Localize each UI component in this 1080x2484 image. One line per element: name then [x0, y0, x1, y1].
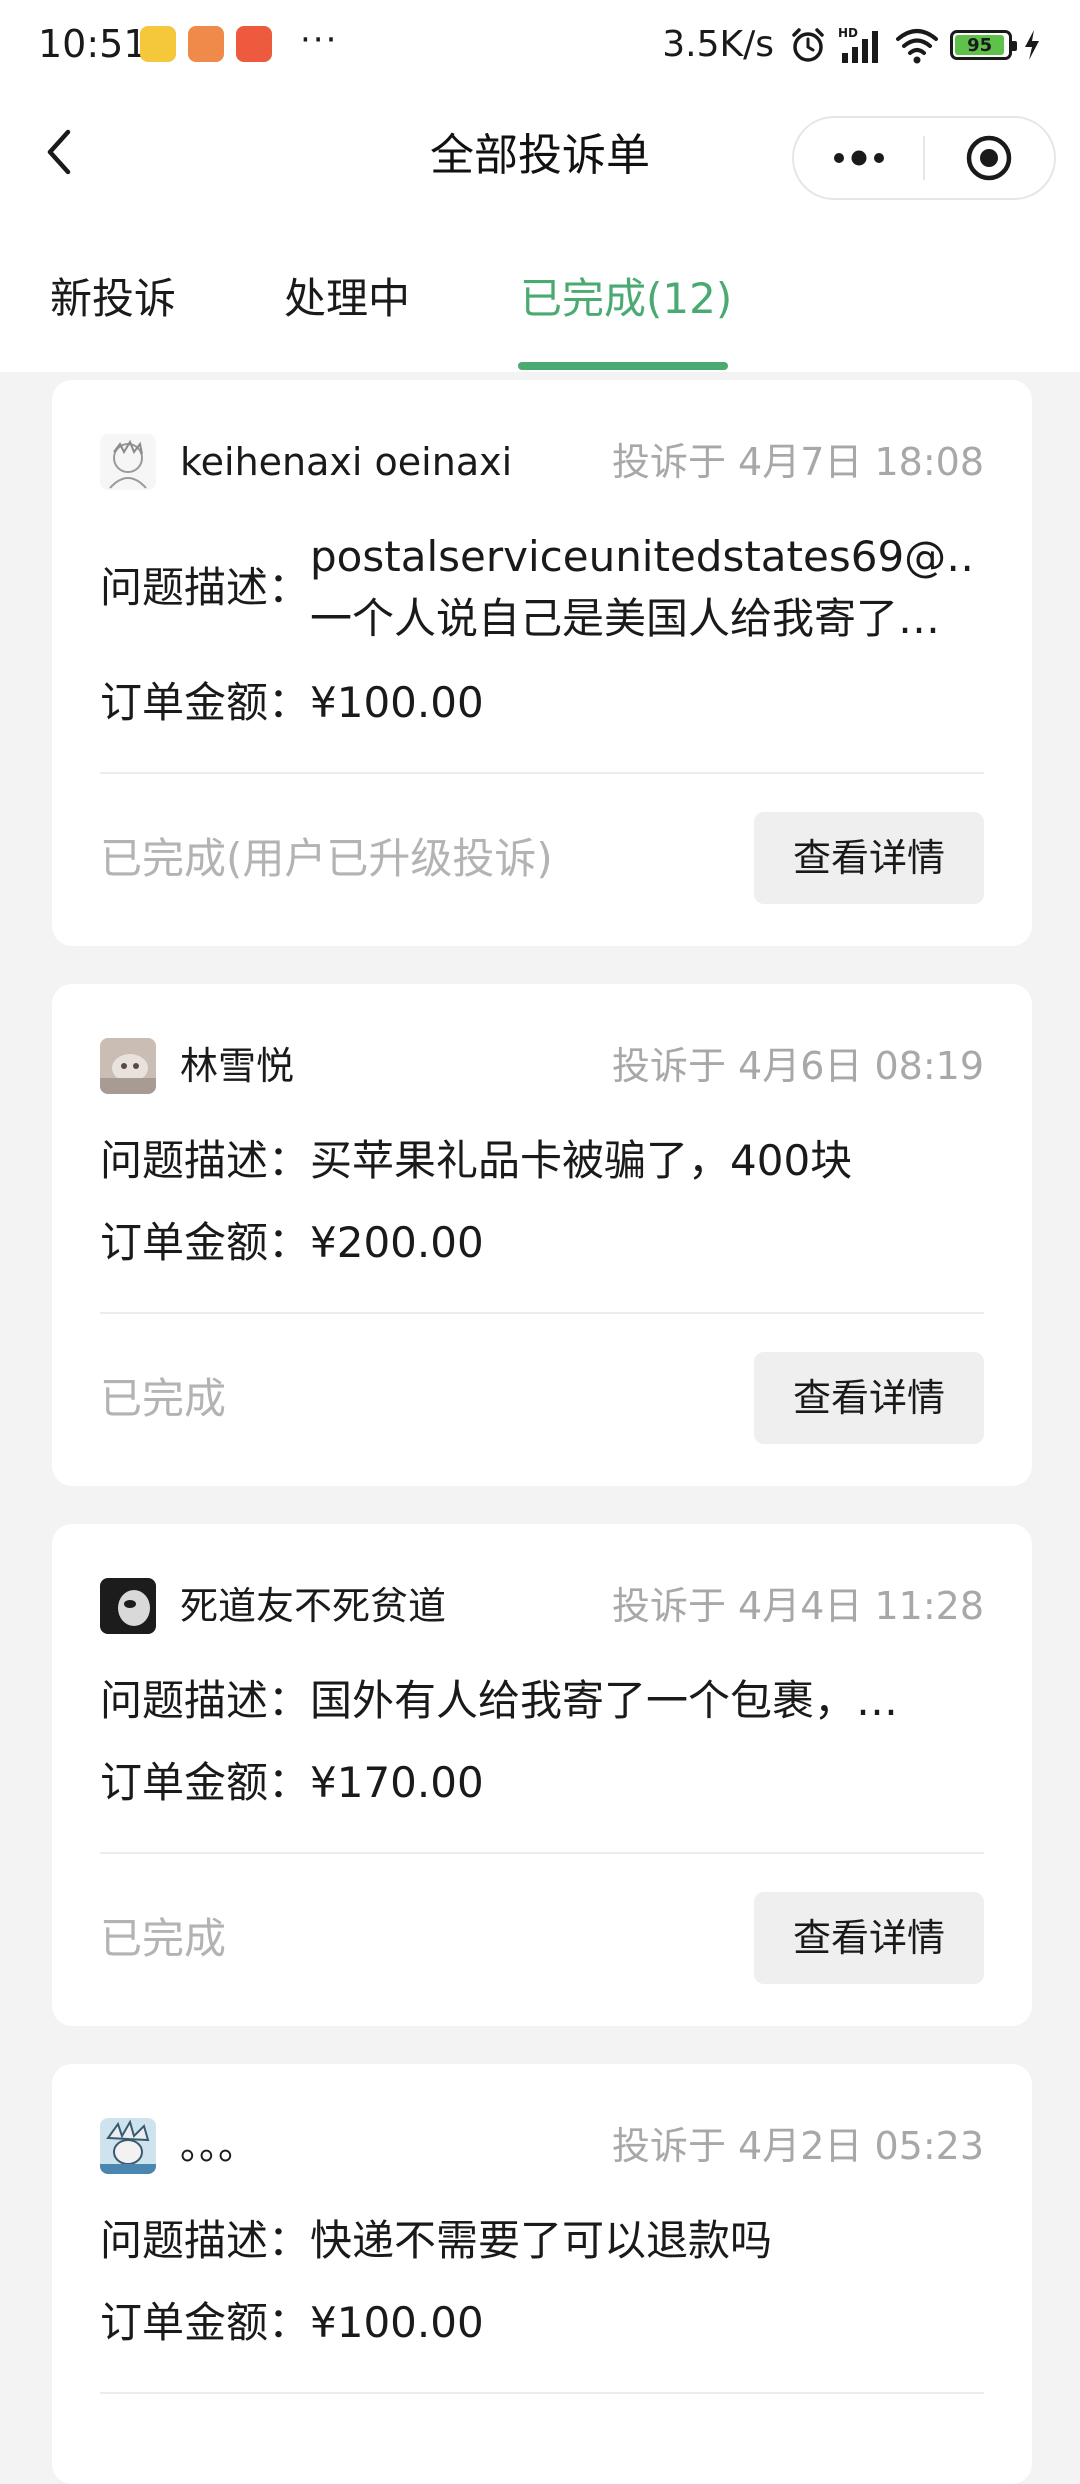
order-amount: ¥200.00 [310, 1218, 484, 1267]
complaint-time: 投诉于 4月2日 05:23 [611, 2124, 984, 2168]
avatar [100, 1578, 156, 1634]
description-label: 问题描述： [100, 1676, 311, 1725]
user-name: 林雪悦 [180, 1044, 295, 1088]
view-details-button[interactable]: 查看详情 [754, 1892, 984, 1984]
user-name: keihenaxi oeinaxi [180, 440, 513, 484]
app-notification-icon [188, 26, 224, 62]
header-area: 10:51 ··· 3.5K/s HD 95 全部投诉单 新投诉 处理中 已完成… [0, 0, 1080, 372]
amount-label: 订单金额： [100, 2298, 311, 2347]
more-notifications-icon: ··· [300, 20, 339, 60]
card-header: 。。。 投诉于 4月2日 05:23 [100, 2116, 984, 2176]
tab-completed[interactable]: 已完成(12) [520, 272, 732, 326]
amount-row: 订单金额： ¥100.00 [100, 672, 484, 734]
complaint-time: 投诉于 4月6日 08:19 [611, 1044, 984, 1088]
card-header: keihenaxi oeinaxi 投诉于 4月7日 18:08 [100, 432, 984, 492]
avatar [100, 2118, 156, 2174]
wifi-icon [896, 29, 938, 64]
description-text: 买苹果礼品卡被骗了，400块 [310, 1136, 853, 1185]
complaint-status: 已完成 [100, 1374, 227, 1423]
status-tabs: 新投诉 处理中 已完成(12) [0, 262, 1080, 372]
tab-new-complaints[interactable]: 新投诉 [50, 272, 176, 326]
more-button[interactable] [794, 118, 923, 198]
description-text: 国外有人给我寄了一个包裹，… [310, 1676, 899, 1725]
description-label: 问题描述： [100, 1136, 311, 1185]
complaint-status: 已完成(用户已升级投诉) [100, 834, 553, 883]
battery-icon: 95 [950, 30, 1017, 60]
description-text: 一个人说自己是美国人给我寄了… [310, 594, 941, 643]
amount-label: 订单金额： [100, 678, 311, 727]
card-divider [100, 772, 984, 774]
complaint-card: 死道友不死贫道 投诉于 4月4日 11:28 问题描述： 国外有人给我寄了一个包… [52, 1524, 1032, 2026]
signal-icon: HD [838, 26, 878, 63]
card-header: 死道友不死贫道 投诉于 4月4日 11:28 [100, 1576, 984, 1636]
mini-program-capsule [792, 116, 1056, 200]
alarm-icon [792, 28, 824, 62]
more-icon [833, 150, 884, 166]
amount-label: 订单金额： [100, 1218, 311, 1267]
card-divider [100, 1852, 984, 1854]
card-divider [100, 2392, 984, 2394]
amount-row: 订单金额： ¥100.00 [100, 2292, 484, 2354]
amount-label: 订单金额： [100, 1758, 311, 1807]
charging-icon [1025, 30, 1039, 60]
view-details-button[interactable]: 查看详情 [754, 812, 984, 904]
network-speed: 3.5K/s [662, 24, 774, 65]
description-label: 问题描述： [100, 563, 311, 612]
description-row: 问题描述： 快递不需要了可以退款吗 [100, 2210, 970, 2272]
view-details-button[interactable]: 查看详情 [754, 1352, 984, 1444]
status-bar: 10:51 ··· 3.5K/s HD 95 [0, 0, 1080, 92]
close-mini-program-button[interactable] [925, 118, 1054, 198]
order-amount: ¥100.00 [310, 678, 484, 727]
amount-row: 订单金额： ¥200.00 [100, 1212, 484, 1274]
complaint-card: 林雪悦 投诉于 4月6日 08:19 问题描述： 买苹果礼品卡被骗了，400块 … [52, 984, 1032, 1486]
app-notification-icon [140, 26, 176, 62]
avatar [100, 434, 156, 490]
complaint-time: 投诉于 4月7日 18:08 [611, 440, 984, 484]
complaint-card: 。。。 投诉于 4月2日 05:23 问题描述： 快递不需要了可以退款吗 订单金… [52, 2064, 1032, 2484]
user-name: 死道友不死贫道 [180, 1584, 447, 1628]
active-tab-indicator [518, 362, 728, 370]
description-text: 快递不需要了可以退款吗 [310, 2216, 773, 2265]
notification-icons [140, 26, 272, 62]
status-right: 3.5K/s HD 95 [662, 22, 1042, 68]
description-row: 问题描述： 国外有人给我寄了一个包裹，… [100, 1670, 970, 1732]
complaint-card: keihenaxi oeinaxi 投诉于 4月7日 18:08 问题描述： p… [52, 380, 1032, 946]
battery-percent: 95 [967, 34, 993, 56]
description-text: postalserviceunitedstates69@… [310, 532, 971, 581]
app-notification-icon [236, 26, 272, 62]
description-row: 问题描述： postalserviceunitedstates69@… 一个人说… [100, 526, 970, 650]
battery-level: 95 [955, 34, 1005, 56]
user-name: 。。。 [180, 2124, 257, 2168]
card-header: 林雪悦 投诉于 4月6日 08:19 [100, 1036, 984, 1096]
navigation-bar: 全部投诉单 [0, 92, 1080, 220]
target-close-icon [967, 135, 1012, 181]
description-label: 问题描述： [100, 2216, 311, 2265]
status-time: 10:51 [38, 22, 148, 66]
order-amount: ¥170.00 [310, 1758, 484, 1807]
card-divider [100, 1312, 984, 1314]
avatar [100, 1038, 156, 1094]
amount-row: 订单金额： ¥170.00 [100, 1752, 484, 1814]
complaint-status: 已完成 [100, 1914, 227, 1963]
complaint-time: 投诉于 4月4日 11:28 [611, 1584, 984, 1628]
order-amount: ¥100.00 [310, 2298, 484, 2347]
tab-processing[interactable]: 处理中 [284, 272, 410, 326]
svg-text:HD: HD [838, 26, 858, 40]
description-row: 问题描述： 买苹果礼品卡被骗了，400块 [100, 1130, 970, 1192]
